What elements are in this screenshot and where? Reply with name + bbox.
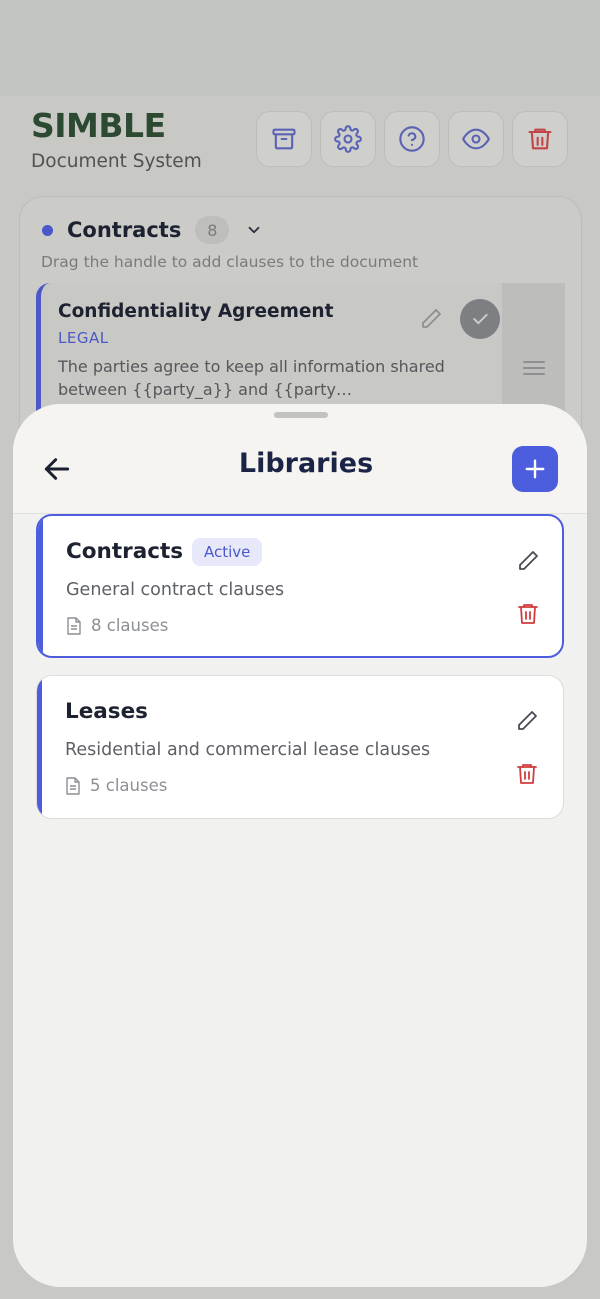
pencil-icon[interactable]: [516, 549, 540, 573]
library-item-description: Residential and commercial lease clauses: [65, 740, 431, 760]
libraries-sheet: Libraries Contracts Active General contr…: [13, 404, 587, 1287]
clause-title: Confidentiality Agreement: [58, 301, 334, 322]
help-button[interactable]: [384, 111, 440, 167]
sheet-header: Libraries: [13, 404, 587, 514]
eye-icon: [462, 128, 490, 150]
brand-block: SIMBLE Document System: [31, 106, 202, 172]
library-item-title: Contracts: [66, 539, 184, 564]
settings-button[interactable]: [320, 111, 376, 167]
gear-icon: [334, 125, 362, 153]
check-icon: [473, 313, 488, 325]
document-icon: [67, 616, 81, 635]
pencil-icon[interactable]: [419, 307, 443, 331]
library-panel-header[interactable]: Contracts 8: [42, 216, 263, 244]
library-item-title: Leases: [65, 699, 148, 724]
library-item-description: General contract clauses: [66, 580, 285, 600]
trash-icon: [528, 128, 552, 150]
trash-icon[interactable]: [517, 602, 539, 626]
clause-count-badge: 8: [195, 216, 230, 244]
library-item-meta: 8 clauses: [66, 616, 168, 635]
pencil-icon[interactable]: [515, 709, 539, 733]
preview-button[interactable]: [448, 111, 504, 167]
library-item-leases[interactable]: Leases Residential and commercial lease …: [36, 675, 564, 819]
app-title: SIMBLE: [31, 106, 166, 145]
library-item-contracts[interactable]: Contracts Active General contract clause…: [36, 514, 564, 658]
clause-count: 8 clauses: [91, 616, 169, 635]
add-library-button[interactable]: [512, 446, 558, 492]
chevron-down-icon[interactable]: [245, 221, 263, 239]
app-subtitle: Document System: [31, 151, 202, 172]
document-icon: [66, 776, 80, 795]
sheet-title: Libraries: [238, 448, 374, 479]
toolbar: [256, 111, 568, 167]
help-circle-icon: [399, 126, 425, 152]
sheet-grabber[interactable]: [274, 412, 328, 418]
clause-count: 5 clauses: [90, 776, 168, 795]
drag-handle-icon[interactable]: [523, 359, 545, 377]
clause-card[interactable]: Confidentiality Agreement LEGAL The part…: [36, 283, 565, 423]
delete-document-button[interactable]: [512, 111, 568, 167]
drag-hint: Drag the handle to add clauses to the do…: [41, 253, 419, 271]
library-item-meta: 5 clauses: [65, 776, 167, 795]
clause-preview: The parties agree to keep all informatio…: [58, 357, 445, 399]
clause-category: LEGAL: [58, 329, 109, 347]
plus-icon: [525, 459, 545, 479]
trash-icon[interactable]: [516, 762, 538, 786]
clause-selected-toggle[interactable]: [460, 299, 500, 339]
library-name: Contracts: [67, 218, 182, 242]
status-area: [0, 0, 600, 96]
drag-handle-zone[interactable]: [502, 283, 565, 423]
archive-button[interactable]: [256, 111, 312, 167]
active-badge: Active: [192, 538, 263, 566]
library-dot: [42, 224, 53, 236]
archive-icon: [272, 128, 296, 150]
